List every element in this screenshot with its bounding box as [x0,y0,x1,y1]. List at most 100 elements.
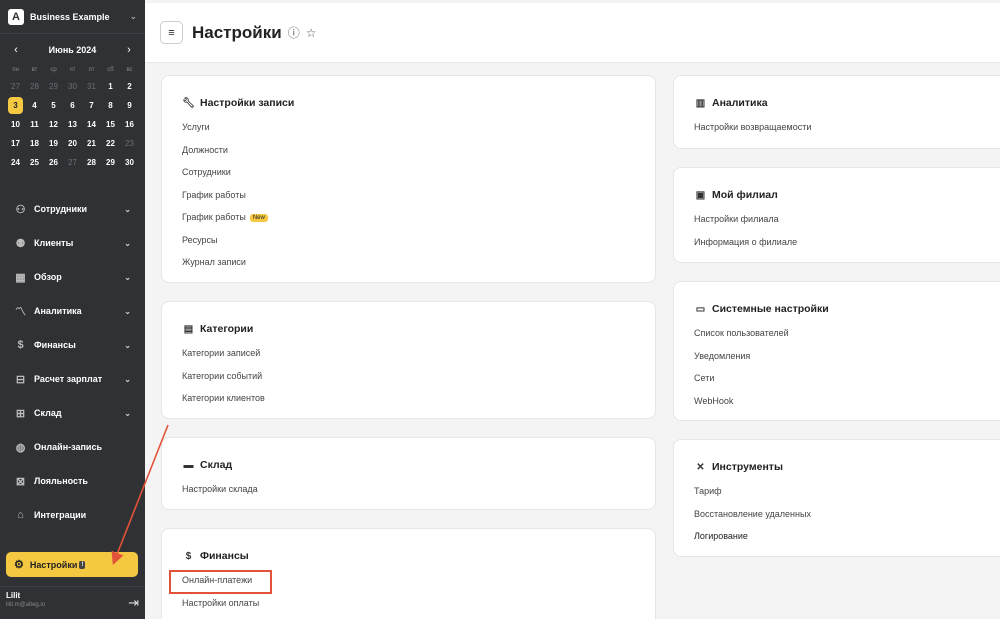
prev-month-icon[interactable]: ‹ [10,44,22,56]
calendar-day[interactable]: 23 [120,135,139,152]
mini-calendar: ‹ Июнь 2024 › пн вт ср чт пт сб вс 27 28 29 30 31 1 2… [0,34,145,175]
logout-icon[interactable]: ⇥ [128,595,139,611]
link-networks[interactable]: Сети [694,371,992,394]
calendar-day[interactable]: 22 [101,135,120,152]
sidebar-item-settings[interactable]: ⚙ Настройки ! [6,552,138,577]
calendar-day[interactable]: 29 [101,154,120,171]
calendar-day[interactable]: 28 [25,78,44,95]
link-staff[interactable]: Сотрудники [182,165,635,188]
calendar-day[interactable]: 24 [6,154,25,171]
globe-icon: ◍ [15,441,26,454]
calendar-day[interactable]: 5 [44,97,63,114]
chevron-down-icon[interactable]: ⌄ [124,239,131,248]
calendar-day[interactable]: 19 [44,135,63,152]
calendar-day[interactable]: 10 [6,116,25,133]
link-services[interactable]: Услуги [182,120,635,143]
calendar-day[interactable]: 29 [44,78,63,95]
chevron-down-icon[interactable]: ⌄ [124,307,131,316]
next-month-icon[interactable]: › [123,44,135,56]
sidebar-nav: ⚇ Сотрудники ⌄ ⚉ Клиенты ⌄ ▦ Обзор ⌄ 〽 Аналитика ⌄ $… [0,192,145,532]
sidebar-item-payroll[interactable]: ⊟ Расчет зарплат ⌄ [0,362,145,396]
calendar-day[interactable]: 1 [101,78,120,95]
link-booking-log[interactable]: Журнал записи [182,255,635,278]
link-client-categories[interactable]: Категории клиентов [182,391,635,414]
integrations-icon: ⌂ [17,509,24,521]
calendar-day[interactable]: 9 [120,97,139,114]
card-title: Склад [200,459,233,471]
calendar-day[interactable]: 7 [82,97,101,114]
link-notifications[interactable]: Уведомления [694,349,992,372]
link-schedule-new[interactable]: График работы New [182,210,635,233]
link-branch-info[interactable]: Информация о филиале [694,235,992,258]
sidebar-item-clients[interactable]: ⚉ Клиенты ⌄ [0,226,145,260]
link-record-categories[interactable]: Категории записей [182,346,635,369]
card-analytics: ▥ Аналитика Настройки возвращаемости [673,75,1000,149]
info-icon[interactable]: ⓘ [288,24,300,41]
link-resources[interactable]: Ресурсы [182,233,635,256]
calendar-day[interactable]: 11 [25,116,44,133]
chevron-down-icon[interactable]: ⌄ [124,273,131,282]
link-branch-settings[interactable]: Настройки филиала [694,212,992,235]
link-warehouse-settings[interactable]: Настройки склада [182,482,635,505]
calendar-day[interactable]: 13 [63,116,82,133]
calendar-day[interactable]: 6 [63,97,82,114]
sidebar-item-label: Склад [34,408,62,418]
business-switcher[interactable]: A Business Example ⌄ [0,0,145,34]
user-profile[interactable]: Lilit lilit.m@alteg.io ⇥ [0,586,145,619]
sidebar-item-finance[interactable]: $ Финансы ⌄ [0,328,145,362]
menu-toggle-button[interactable]: ≡ [160,21,183,44]
link-tariff[interactable]: Тариф [694,484,992,507]
chevron-down-icon[interactable]: ⌄ [124,409,131,418]
link-logging[interactable]: Логирование [694,529,992,552]
calendar-day[interactable]: 2 [120,78,139,95]
sidebar-item-label: Онлайн-запись [34,442,102,452]
calendar-day[interactable]: 28 [82,154,101,171]
calendar-day[interactable]: 12 [44,116,63,133]
link-positions[interactable]: Должности [182,143,635,166]
calendar-day[interactable]: 30 [120,154,139,171]
sidebar-item-integrations[interactable]: ⌂ Интеграции [0,498,145,532]
sidebar-item-user[interactable]: ⚇ Сотрудники ⌄ [0,192,145,226]
sidebar-item-analytics[interactable]: 〽 Аналитика ⌄ [0,294,145,328]
link-webhook[interactable]: WebHook [694,394,992,417]
link-payment-settings[interactable]: Настройки оплаты [182,596,635,619]
notification-badge: ! [79,560,86,569]
warehouse-icon: ⊞ [15,407,26,420]
card-title: Финансы [200,550,249,562]
calendar-day[interactable]: 21 [82,135,101,152]
link-restore-deleted[interactable]: Восстановление удаленных [694,507,992,530]
calendar-day[interactable]: 27 [63,154,82,171]
chevron-down-icon[interactable]: ⌄ [124,375,131,384]
calendar-day[interactable]: 26 [44,154,63,171]
link-event-categories[interactable]: Категории событий [182,369,635,392]
sidebar-item-overview[interactable]: ▦ Обзор ⌄ [0,260,145,294]
page-header: ≡ Настройки ⓘ ☆ [145,3,1000,63]
sidebar-item-warehouse[interactable]: ⊞ Склад ⌄ [0,396,145,430]
sidebar-item-label: Настройки [29,559,78,570]
chevron-down-icon: ⌄ [129,11,137,21]
calendar-day-today[interactable]: 3 [8,97,23,114]
calendar-day[interactable]: 31 [82,78,101,95]
link-retention-settings[interactable]: Настройки возвращаемости [694,120,992,143]
calendar-day[interactable]: 17 [6,135,25,152]
calendar-day[interactable]: 4 [25,97,44,114]
calendar-day[interactable]: 25 [25,154,44,171]
calendar-day[interactable]: 8 [101,97,120,114]
sidebar-item-loyalty[interactable]: ⊠ Лояльность [0,464,145,498]
monitor-icon: ▭ [695,303,706,315]
sidebar-item-globe[interactable]: ◍ Онлайн-запись [0,430,145,464]
calendar-weekday: вт [31,67,38,73]
calendar-day[interactable]: 16 [120,116,139,133]
calendar-day[interactable]: 15 [101,116,120,133]
chevron-down-icon[interactable]: ⌄ [124,205,131,214]
calendar-day[interactable]: 30 [63,78,82,95]
calendar-day[interactable]: 18 [25,135,44,152]
calendar-day[interactable]: 27 [6,78,25,95]
star-icon[interactable]: ☆ [306,26,317,40]
calendar-day[interactable]: 20 [63,135,82,152]
chevron-down-icon[interactable]: ⌄ [124,341,131,350]
calendar-day[interactable]: 14 [82,116,101,133]
card-system-settings: ▭ Системные настройки Список пользователе… [673,281,1000,421]
link-users-list[interactable]: Список пользователей [694,326,992,349]
link-schedule[interactable]: График работы [182,188,635,211]
